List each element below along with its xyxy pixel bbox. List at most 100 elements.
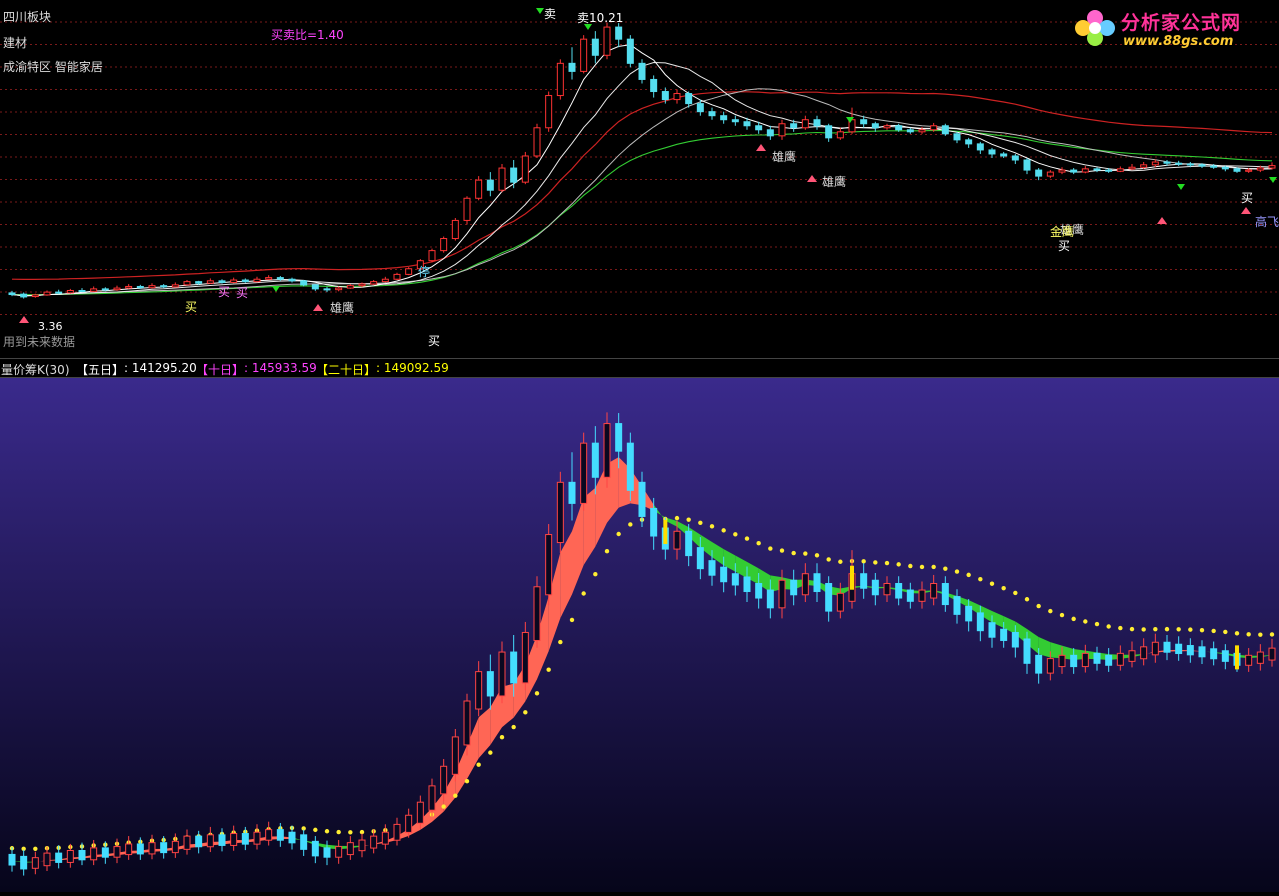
price-candle <box>370 281 378 285</box>
signal-dot <box>593 572 598 577</box>
panel-background <box>0 378 1279 892</box>
signal-dot <box>604 549 610 554</box>
signal-label: 买 <box>1058 239 1070 253</box>
volume-candle <box>160 842 168 854</box>
sell-arrow-icon <box>1177 184 1185 190</box>
signal-dot <box>768 546 773 551</box>
ten-day-label: 【十日】 <box>196 363 245 377</box>
volume-candle <box>405 814 413 833</box>
signal-dot <box>1048 608 1053 614</box>
indicator-header: 量价筹K(30) 【五日】 : 141295.20 【十日】 : 145933.… <box>0 358 1279 378</box>
price-candle <box>148 285 156 289</box>
volume-candle <box>1058 654 1066 668</box>
volume-candle <box>790 579 798 596</box>
price-candle <box>836 131 844 139</box>
signal-dot <box>674 515 680 521</box>
price-candle <box>241 279 249 283</box>
price-candle <box>1256 167 1264 171</box>
volume-candle <box>778 579 786 609</box>
signal-dot <box>978 576 983 582</box>
signal-dot <box>546 667 551 672</box>
signal-dot <box>1141 627 1146 632</box>
signal-dot <box>1246 632 1251 637</box>
volume-candle <box>346 842 354 856</box>
price-candle <box>276 277 284 280</box>
volume-candle <box>206 834 214 848</box>
signal-dot <box>1129 626 1135 632</box>
volume-candle <box>311 840 319 857</box>
signal-label: 买 <box>1241 191 1253 205</box>
price-candle <box>1151 161 1159 166</box>
signal-label: 金鹰 <box>1050 224 1074 239</box>
price-candle <box>230 279 238 283</box>
price-candle <box>661 91 669 101</box>
signal-dot <box>814 553 820 558</box>
price-candle <box>720 115 728 121</box>
volume-candle <box>708 560 716 576</box>
volume-candle <box>230 833 238 846</box>
volume-candle <box>1000 628 1008 641</box>
price-candle <box>358 283 366 287</box>
price-candle <box>743 121 751 127</box>
price-candle <box>930 125 938 131</box>
signal-dot <box>1094 621 1100 627</box>
price-candle <box>1081 168 1089 173</box>
signal-dot <box>488 750 493 755</box>
signal-dot <box>1269 632 1275 637</box>
volume-candle <box>428 785 436 811</box>
signal-label: 雄鹰 <box>330 300 354 315</box>
price-candle <box>638 62 646 80</box>
highlight-candle <box>850 565 854 590</box>
volume-candle <box>918 589 926 602</box>
price-panel[interactable]: 买买买雄鹰 雄鹰 雄鹰 雄鹰 高飞停买卖金鹰买买 四川板块 建材 成渝特区 智能家居 买… <box>0 0 1279 358</box>
volume-candle <box>510 651 518 684</box>
price-candle <box>43 291 51 296</box>
price-candle <box>405 268 413 275</box>
concept-label: 成渝特区 智能家居 <box>3 60 103 74</box>
signal-dot <box>919 564 925 570</box>
volume-candle <box>545 534 553 596</box>
price-candle <box>195 281 203 284</box>
price-candle <box>778 123 786 137</box>
future-data-notice: 用到未来数据 <box>3 335 76 349</box>
volume-price-panel[interactable] <box>0 378 1279 892</box>
sector-label: 四川板块 <box>3 10 52 24</box>
volume-candle <box>183 835 191 850</box>
price-candle <box>171 284 179 288</box>
signal-dot <box>324 829 330 834</box>
volume-candle <box>1256 651 1264 664</box>
price-candle <box>113 287 121 291</box>
signal-dot <box>1211 628 1216 634</box>
volume-candle <box>673 530 681 550</box>
volume-candle <box>720 566 728 583</box>
price-candle <box>510 167 518 183</box>
volume-candle <box>860 573 868 589</box>
price-candle <box>766 129 774 137</box>
twenty-day-value: : 149092.59 <box>376 361 449 375</box>
volume-candle <box>813 573 821 593</box>
price-candle <box>300 280 308 286</box>
volume-price-chart <box>0 378 1279 892</box>
signal-dot <box>33 846 38 852</box>
price-candle <box>451 219 459 240</box>
signal-dot <box>558 639 563 645</box>
signal-dot <box>1001 585 1006 591</box>
price-candle <box>206 280 214 284</box>
price-candle <box>941 125 949 135</box>
volume-candle <box>300 834 308 850</box>
price-candle <box>626 38 634 64</box>
volume-candle <box>638 481 646 517</box>
signal-dot <box>453 793 458 798</box>
price-candle <box>953 133 961 141</box>
price-candle <box>685 93 693 105</box>
signal-dot <box>744 536 750 541</box>
volume-candle <box>195 835 203 848</box>
signal-dot <box>884 560 890 566</box>
volume-candle <box>55 852 63 863</box>
price-candle <box>335 287 343 291</box>
price-candle <box>265 277 273 280</box>
price-candle <box>1000 153 1008 157</box>
price-candle <box>871 123 879 129</box>
price-candle <box>1128 166 1136 170</box>
signal-dot <box>838 559 843 564</box>
